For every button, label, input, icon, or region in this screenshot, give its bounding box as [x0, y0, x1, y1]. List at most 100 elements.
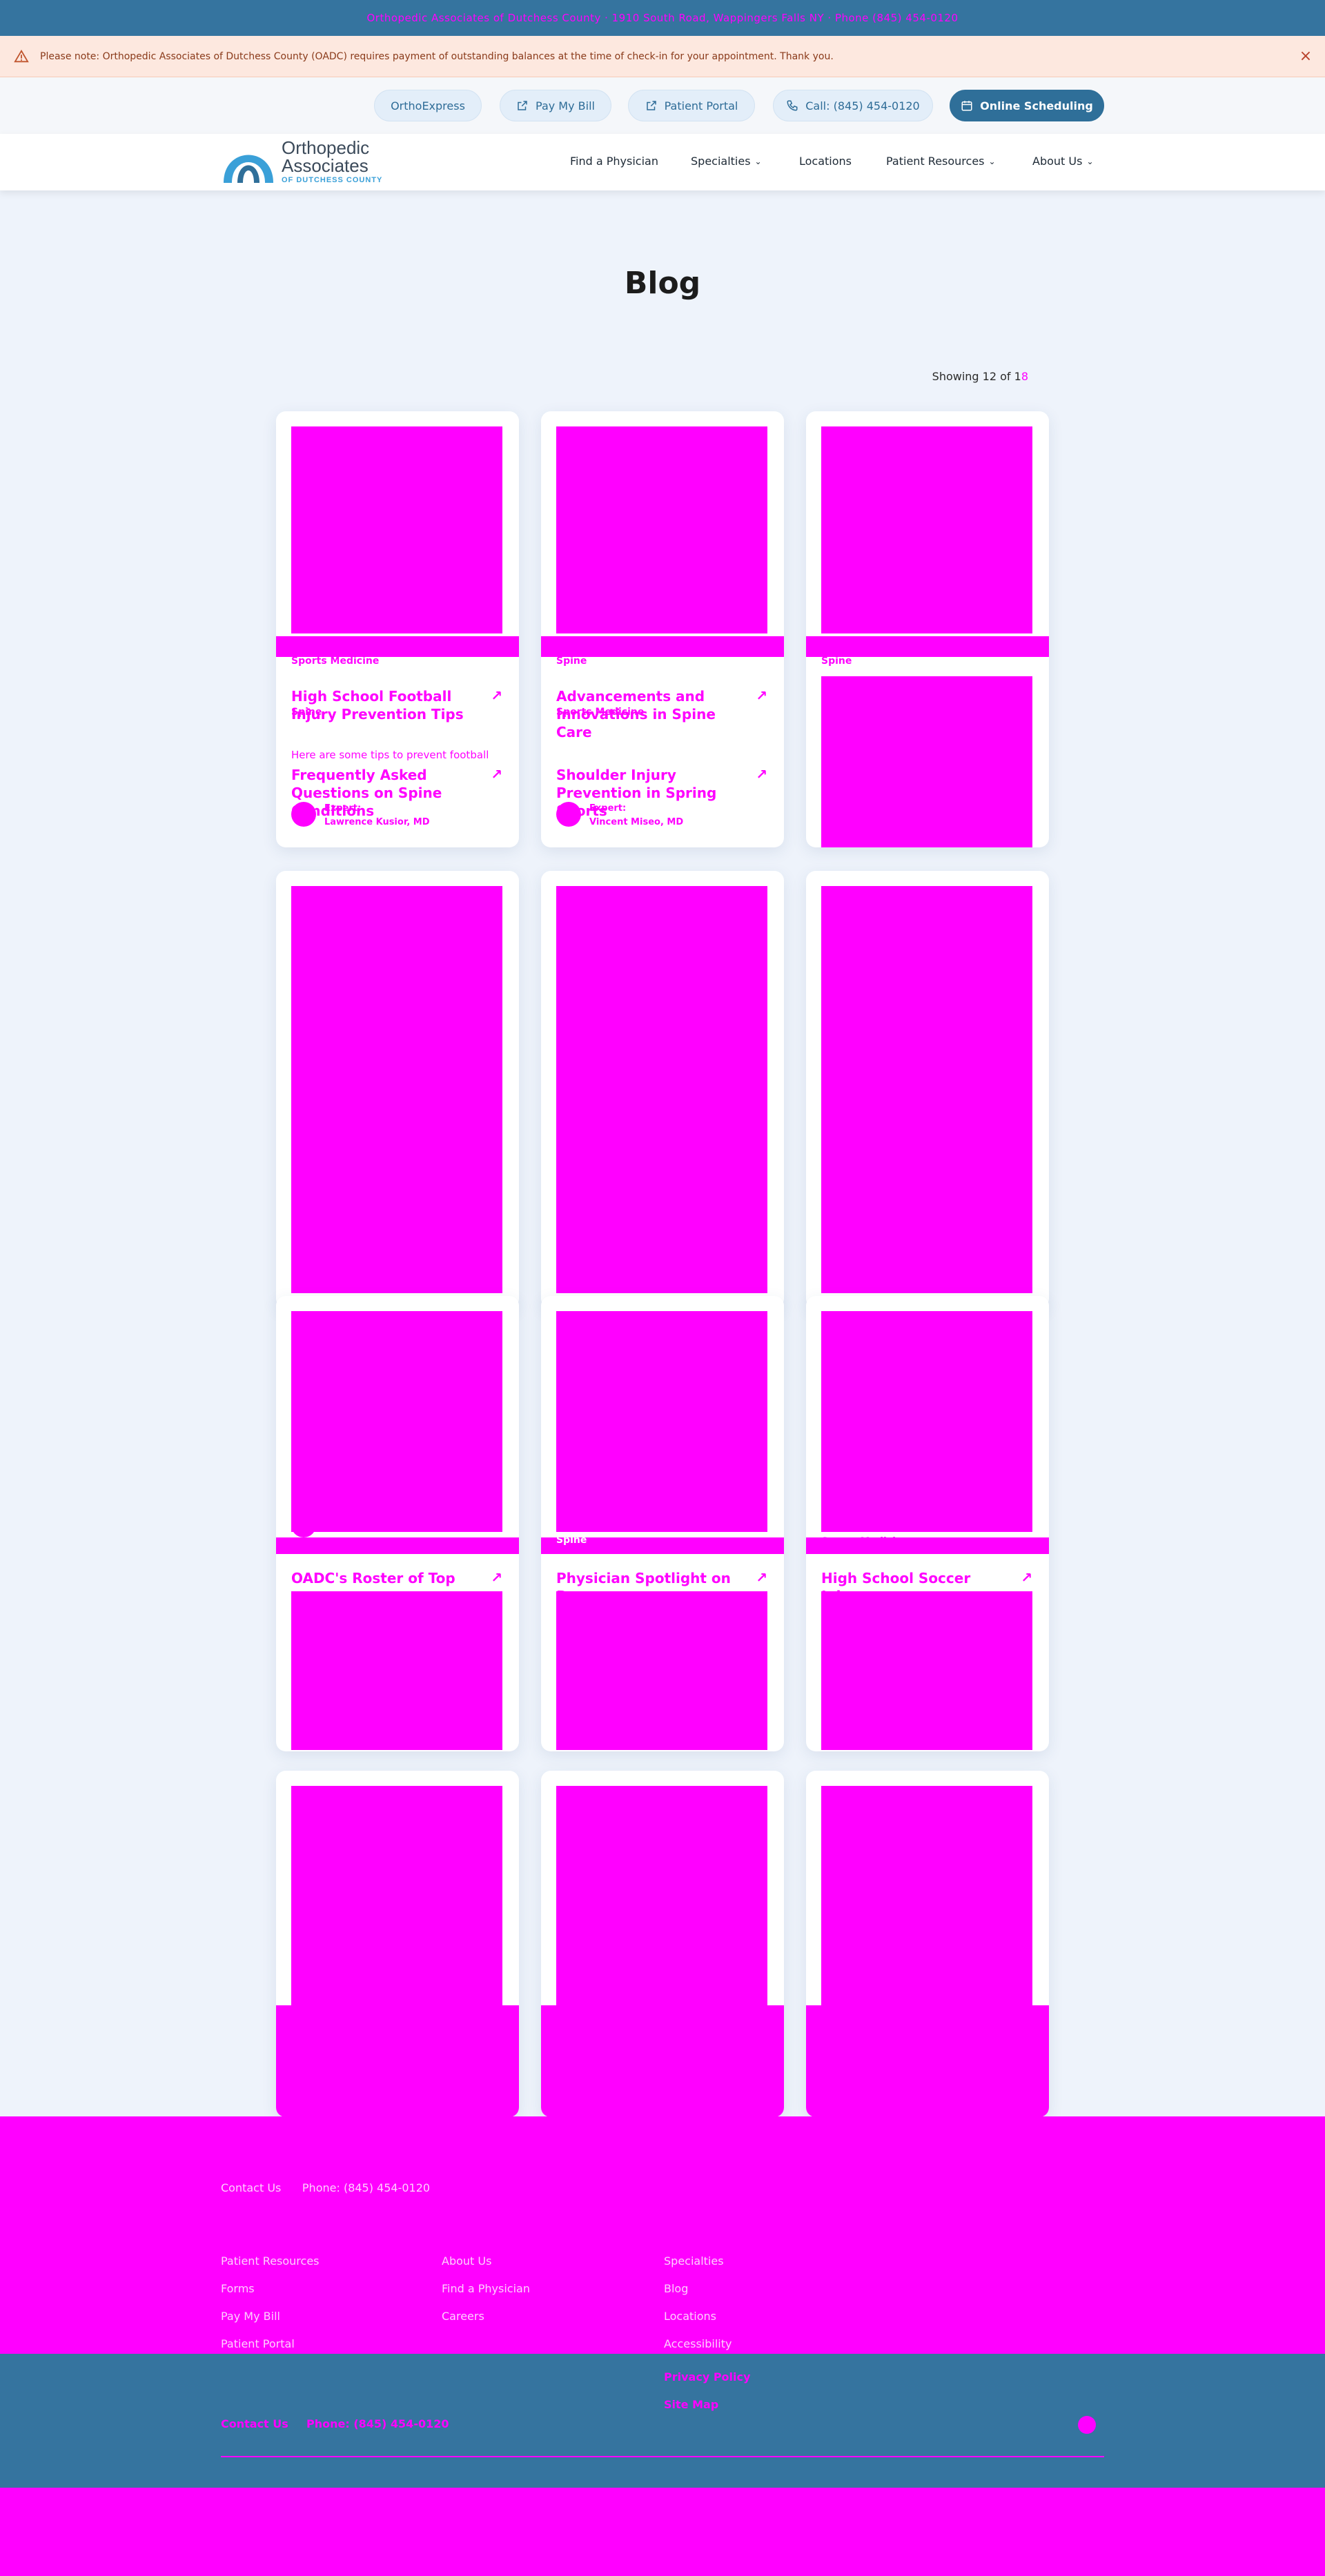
- external-link-icon: [518, 101, 527, 110]
- chevron-down-icon: ⌄: [988, 156, 996, 166]
- nav-about-us[interactable]: About Us ⌄: [1032, 155, 1094, 168]
- blog-card-overlay[interactable]: Spine Frequently Asked Questions on Spin…: [276, 664, 519, 843]
- chevron-down-icon: ⌄: [1086, 156, 1094, 166]
- copyright-bar: [0, 2488, 1325, 2576]
- card-image: [821, 1786, 1032, 2007]
- card-image: [291, 1786, 502, 2007]
- blog-card-overlay[interactable]: Sports Medicine Shoulder Injury Preventi…: [541, 664, 784, 843]
- card-title: OADC's Roster of Top: [291, 1570, 455, 1586]
- footer-link[interactable]: Blog: [664, 2282, 688, 2295]
- logo-arch-icon: [224, 155, 273, 183]
- card-image: [821, 1311, 1032, 1532]
- footer-link[interactable]: Site Map: [664, 2398, 718, 2411]
- utility-bar: OrthoExpress Pay My Bill Patient Portal …: [0, 77, 1325, 134]
- footer-link[interactable]: Locations: [664, 2310, 716, 2323]
- facebook-icon[interactable]: [1078, 2416, 1096, 2434]
- footer-link[interactable]: Find a Physician: [442, 2282, 530, 2295]
- card-image: [556, 886, 767, 1293]
- logo-line3: OF DUTCHESS COUNTY: [282, 175, 383, 184]
- blog-card[interactable]: [541, 871, 784, 1308]
- blog-card[interactable]: [276, 1771, 519, 2117]
- card-image: [821, 426, 1032, 633]
- nav-about-label: About Us: [1032, 155, 1083, 168]
- card-image: [821, 676, 1032, 847]
- online-scheduling-button[interactable]: Online Scheduling: [950, 90, 1104, 121]
- patient-portal-button[interactable]: Patient Portal: [628, 90, 755, 121]
- nav-locations[interactable]: Locations: [799, 155, 852, 168]
- result-count: Showing 12 of 18: [911, 370, 1028, 383]
- footer-link[interactable]: Pay My Bill: [221, 2310, 280, 2323]
- nav-find-physician[interactable]: Find a Physician: [570, 155, 658, 168]
- pay-my-bill-button[interactable]: Pay My Bill: [500, 90, 611, 121]
- card-image: [291, 886, 502, 1293]
- chevron-down-icon: ⌄: [754, 156, 762, 166]
- close-icon[interactable]: ×: [1296, 47, 1315, 66]
- arrow-up-right-icon: ↗: [756, 1569, 767, 1586]
- page-title: Blog: [624, 266, 701, 301]
- card-tag: Sports Medicine: [821, 1536, 910, 1547]
- card-tag: Spine: [821, 656, 852, 667]
- arrow-up-right-icon: ↗: [491, 1569, 502, 1586]
- blog-card[interactable]: [276, 871, 519, 1308]
- avatar: [291, 1513, 316, 1537]
- expert-label: Expert:: [589, 1963, 627, 1973]
- arrow-up-right-icon: ↗: [756, 766, 767, 783]
- phone-icon: [787, 100, 798, 111]
- footer-bottom-bar: Privacy Policy Site Map Contact Us Phone…: [0, 2354, 1325, 2488]
- nav-specialties[interactable]: Specialties ⌄: [691, 155, 762, 168]
- arrow-up-right-icon: ↗: [1021, 1569, 1032, 1586]
- blog-card[interactable]: Expert: William W. Colman, MD Spine Phys…: [541, 1296, 784, 1751]
- blog-card[interactable]: [806, 1771, 1049, 2117]
- card-image: [821, 886, 1032, 1293]
- card-title: Shoulder Injury Prevention in Spring Spo…: [556, 767, 717, 819]
- footer-link[interactable]: Privacy Policy: [664, 2370, 750, 2383]
- card-image: [556, 1591, 767, 1750]
- card-placeholder-band: [276, 2005, 519, 2117]
- footer-link[interactable]: Patient Resources: [221, 2254, 320, 2268]
- footer-link[interactable]: Accessibility: [664, 2337, 732, 2350]
- blog-card[interactable]: Spine: [806, 411, 1049, 847]
- card-image: [556, 426, 767, 633]
- blog-card[interactable]: Vincent Miseo, MD OADC's Roster of Top ↗: [276, 1296, 519, 1751]
- orthoexpress-button[interactable]: OrthoExpress: [374, 90, 482, 121]
- site-footer: Contact Us Phone: (845) 454-0120 Patient…: [0, 2116, 1325, 2354]
- notice-text: Please note: Orthopedic Associates of Du…: [40, 50, 834, 62]
- patient-portal-label: Patient Portal: [664, 99, 738, 112]
- expert-label: Expert:: [589, 803, 627, 814]
- expert-name: Vincent Miseo, MD: [324, 1518, 419, 1528]
- blog-card[interactable]: Expert: William W. Colman, MD: [541, 1771, 784, 2117]
- expert-label: Expert:: [589, 1504, 627, 1515]
- site-logo[interactable]: Orthopedic Associates OF DUTCHESS COUNTY: [221, 137, 386, 186]
- expert-name: Michael Rutter, MD: [879, 1518, 976, 1528]
- card-image: [556, 1786, 767, 2007]
- footer-link[interactable]: Patient Portal: [221, 2337, 295, 2350]
- card-placeholder-band: [541, 636, 784, 657]
- footer-link[interactable]: Forms: [221, 2282, 255, 2295]
- footer-bottom-contact[interactable]: Contact Us: [221, 2417, 288, 2430]
- footer-phone[interactable]: Phone: (845) 454-0120: [302, 2181, 430, 2194]
- card-tag: Spine: [291, 707, 322, 718]
- calendar-icon: [961, 101, 972, 111]
- footer-link[interactable]: Specialties: [664, 2254, 724, 2268]
- footer-link[interactable]: About Us: [442, 2254, 491, 2268]
- nav-patient-resources[interactable]: Patient Resources ⌄: [886, 155, 996, 168]
- footer-contact: Contact Us Phone: (845) 454-0120: [221, 2181, 430, 2194]
- result-count-prefix: Showing 12 of 1: [932, 370, 1021, 383]
- warning-icon: [14, 49, 29, 62]
- expert-name: William W. Colman, MD: [589, 1976, 707, 1987]
- card-image: [291, 426, 502, 633]
- result-count-suffix: 8: [1021, 370, 1028, 383]
- call-button[interactable]: Call: (845) 454-0120: [773, 90, 933, 121]
- nav-resources-label: Patient Resources: [886, 155, 985, 168]
- pay-my-bill-label: Pay My Bill: [536, 99, 595, 112]
- blog-card[interactable]: [806, 871, 1049, 1308]
- footer-contact-link[interactable]: Contact Us: [221, 2181, 281, 2194]
- footer-bottom-phone[interactable]: Phone: (845) 454-0120: [306, 2417, 449, 2430]
- payment-notice-banner: Please note: Orthopedic Associates of Du…: [0, 36, 1325, 77]
- main-header: Orthopedic Associates OF DUTCHESS COUNTY…: [0, 134, 1325, 190]
- nav-specialties-label: Specialties: [691, 155, 751, 168]
- footer-link[interactable]: Careers: [442, 2310, 484, 2323]
- blog-card[interactable]: Michael Rutter, MD Sports Medicine High …: [806, 1296, 1049, 1751]
- card-image: [291, 1311, 502, 1532]
- arrow-up-right-icon: ↗: [491, 766, 502, 783]
